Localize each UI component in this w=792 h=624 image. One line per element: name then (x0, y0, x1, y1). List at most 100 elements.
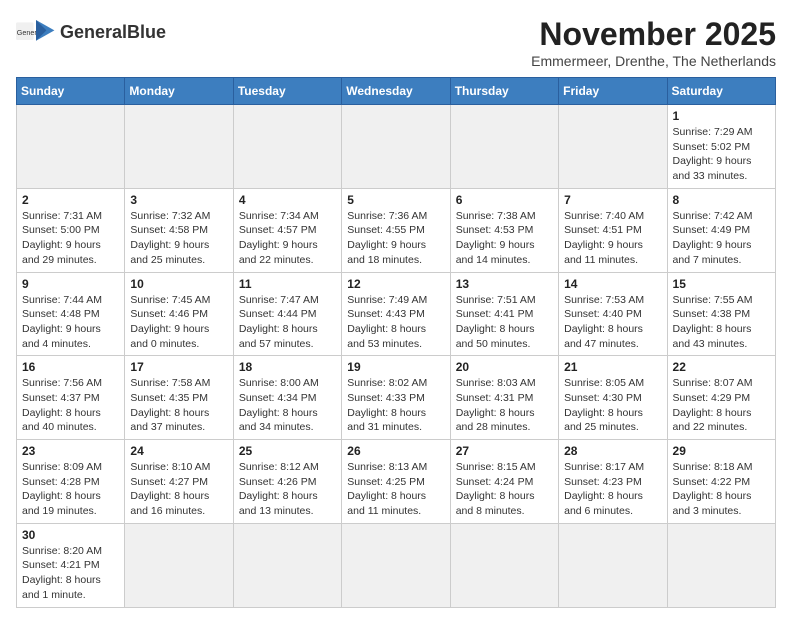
page-header: General GeneralBlue November 2025 Emmerm… (16, 16, 776, 69)
day-number: 1 (673, 109, 770, 123)
calendar-day-cell (233, 523, 341, 607)
day-info: Sunrise: 8:12 AM Sunset: 4:26 PM Dayligh… (239, 460, 336, 519)
day-number: 16 (22, 360, 119, 374)
calendar-day-cell: 17 Sunrise: 7:58 AM Sunset: 4:35 PM Dayli… (125, 356, 233, 440)
day-info: Sunrise: 7:36 AM Sunset: 4:55 PM Dayligh… (347, 209, 444, 268)
calendar-day-cell: 5 Sunrise: 7:36 AM Sunset: 4:55 PM Daylig… (342, 188, 450, 272)
col-monday: Monday (125, 78, 233, 105)
calendar-day-cell: 19 Sunrise: 8:02 AM Sunset: 4:33 PM Dayli… (342, 356, 450, 440)
day-info: Sunrise: 7:38 AM Sunset: 4:53 PM Dayligh… (456, 209, 553, 268)
day-number: 5 (347, 193, 444, 207)
day-info: Sunrise: 7:40 AM Sunset: 4:51 PM Dayligh… (564, 209, 661, 268)
day-number: 22 (673, 360, 770, 374)
day-info: Sunrise: 8:09 AM Sunset: 4:28 PM Dayligh… (22, 460, 119, 519)
calendar-day-cell (342, 105, 450, 189)
day-number: 14 (564, 277, 661, 291)
calendar-day-cell: 13 Sunrise: 7:51 AM Sunset: 4:41 PM Dayli… (450, 272, 558, 356)
logo: General GeneralBlue (16, 16, 166, 48)
calendar-day-cell: 30 Sunrise: 8:20 AM Sunset: 4:21 PM Dayli… (17, 523, 125, 607)
day-number: 29 (673, 444, 770, 458)
calendar-day-cell: 6 Sunrise: 7:38 AM Sunset: 4:53 PM Daylig… (450, 188, 558, 272)
calendar-week-row: 16 Sunrise: 7:56 AM Sunset: 4:37 PM Dayli… (17, 356, 776, 440)
calendar-day-cell (450, 105, 558, 189)
calendar-day-cell: 29 Sunrise: 8:18 AM Sunset: 4:22 PM Dayli… (667, 440, 775, 524)
day-number: 19 (347, 360, 444, 374)
col-saturday: Saturday (667, 78, 775, 105)
col-tuesday: Tuesday (233, 78, 341, 105)
calendar-day-cell: 26 Sunrise: 8:13 AM Sunset: 4:25 PM Dayli… (342, 440, 450, 524)
day-info: Sunrise: 7:55 AM Sunset: 4:38 PM Dayligh… (673, 293, 770, 352)
day-info: Sunrise: 7:49 AM Sunset: 4:43 PM Dayligh… (347, 293, 444, 352)
day-number: 13 (456, 277, 553, 291)
calendar-day-cell: 12 Sunrise: 7:49 AM Sunset: 4:43 PM Dayli… (342, 272, 450, 356)
day-info: Sunrise: 7:34 AM Sunset: 4:57 PM Dayligh… (239, 209, 336, 268)
calendar-day-cell: 22Sunrise: 8:07 AM Sunset: 4:29 PM Dayli… (667, 356, 775, 440)
day-info: Sunrise: 7:31 AM Sunset: 5:00 PM Dayligh… (22, 209, 119, 268)
day-info: Sunrise: 7:32 AM Sunset: 4:58 PM Dayligh… (130, 209, 227, 268)
day-info: Sunrise: 8:03 AM Sunset: 4:31 PM Dayligh… (456, 376, 553, 435)
day-info: Sunrise: 8:20 AM Sunset: 4:21 PM Dayligh… (22, 544, 119, 603)
calendar-day-cell (342, 523, 450, 607)
calendar-table: Sunday Monday Tuesday Wednesday Thursday… (16, 77, 776, 608)
col-friday: Friday (559, 78, 667, 105)
day-info: Sunrise: 8:10 AM Sunset: 4:27 PM Dayligh… (130, 460, 227, 519)
day-number: 11 (239, 277, 336, 291)
day-number: 21 (564, 360, 661, 374)
day-number: 26 (347, 444, 444, 458)
day-info: Sunrise: 7:56 AM Sunset: 4:37 PM Dayligh… (22, 376, 119, 435)
col-thursday: Thursday (450, 78, 558, 105)
calendar-day-cell: 25 Sunrise: 8:12 AM Sunset: 4:26 PM Dayli… (233, 440, 341, 524)
calendar-day-cell: 1Sunrise: 7:29 AM Sunset: 5:02 PM Daylig… (667, 105, 775, 189)
month-title: November 2025 (531, 16, 776, 53)
calendar-day-cell: 20 Sunrise: 8:03 AM Sunset: 4:31 PM Dayli… (450, 356, 558, 440)
day-info: Sunrise: 7:51 AM Sunset: 4:41 PM Dayligh… (456, 293, 553, 352)
calendar-week-row: 2 Sunrise: 7:31 AM Sunset: 5:00 PM Daylig… (17, 188, 776, 272)
day-info: Sunrise: 8:17 AM Sunset: 4:23 PM Dayligh… (564, 460, 661, 519)
day-number: 30 (22, 528, 119, 542)
day-info: Sunrise: 8:02 AM Sunset: 4:33 PM Dayligh… (347, 376, 444, 435)
calendar-day-cell (450, 523, 558, 607)
calendar-day-cell: 24 Sunrise: 8:10 AM Sunset: 4:27 PM Dayli… (125, 440, 233, 524)
day-info: Sunrise: 7:53 AM Sunset: 4:40 PM Dayligh… (564, 293, 661, 352)
day-info: Sunrise: 8:13 AM Sunset: 4:25 PM Dayligh… (347, 460, 444, 519)
day-info: Sunrise: 7:47 AM Sunset: 4:44 PM Dayligh… (239, 293, 336, 352)
calendar-header-row: Sunday Monday Tuesday Wednesday Thursday… (17, 78, 776, 105)
day-info: Sunrise: 8:05 AM Sunset: 4:30 PM Dayligh… (564, 376, 661, 435)
day-number: 17 (130, 360, 227, 374)
day-info: Sunrise: 8:00 AM Sunset: 4:34 PM Dayligh… (239, 376, 336, 435)
calendar-day-cell: 27 Sunrise: 8:15 AM Sunset: 4:24 PM Dayli… (450, 440, 558, 524)
calendar-day-cell: 9Sunrise: 7:44 AM Sunset: 4:48 PM Daylig… (17, 272, 125, 356)
calendar-day-cell (667, 523, 775, 607)
calendar-day-cell (17, 105, 125, 189)
day-number: 25 (239, 444, 336, 458)
calendar-day-cell: 7Sunrise: 7:40 AM Sunset: 4:51 PM Daylig… (559, 188, 667, 272)
day-number: 20 (456, 360, 553, 374)
calendar-week-row: 30 Sunrise: 8:20 AM Sunset: 4:21 PM Dayli… (17, 523, 776, 607)
calendar-week-row: 23 Sunrise: 8:09 AM Sunset: 4:28 PM Dayli… (17, 440, 776, 524)
col-sunday: Sunday (17, 78, 125, 105)
day-number: 12 (347, 277, 444, 291)
day-info: Sunrise: 8:18 AM Sunset: 4:22 PM Dayligh… (673, 460, 770, 519)
day-info: Sunrise: 7:44 AM Sunset: 4:48 PM Dayligh… (22, 293, 119, 352)
calendar-day-cell: 15Sunrise: 7:55 AM Sunset: 4:38 PM Dayli… (667, 272, 775, 356)
day-number: 23 (22, 444, 119, 458)
calendar-day-cell: 23 Sunrise: 8:09 AM Sunset: 4:28 PM Dayli… (17, 440, 125, 524)
day-number: 6 (456, 193, 553, 207)
day-number: 2 (22, 193, 119, 207)
col-wednesday: Wednesday (342, 78, 450, 105)
logo-icon: General (16, 16, 56, 48)
day-number: 10 (130, 277, 227, 291)
calendar-day-cell (559, 523, 667, 607)
day-info: Sunrise: 7:58 AM Sunset: 4:35 PM Dayligh… (130, 376, 227, 435)
day-number: 28 (564, 444, 661, 458)
day-number: 24 (130, 444, 227, 458)
calendar-day-cell: 21 Sunrise: 8:05 AM Sunset: 4:30 PM Dayli… (559, 356, 667, 440)
day-number: 27 (456, 444, 553, 458)
day-info: Sunrise: 8:15 AM Sunset: 4:24 PM Dayligh… (456, 460, 553, 519)
calendar-day-cell: 10Sunrise: 7:45 AM Sunset: 4:46 PM Dayli… (125, 272, 233, 356)
calendar-day-cell: 2 Sunrise: 7:31 AM Sunset: 5:00 PM Daylig… (17, 188, 125, 272)
calendar-day-cell: 16 Sunrise: 7:56 AM Sunset: 4:37 PM Dayli… (17, 356, 125, 440)
calendar-day-cell: 18Sunrise: 8:00 AM Sunset: 4:34 PM Dayli… (233, 356, 341, 440)
calendar-day-cell: 11 Sunrise: 7:47 AM Sunset: 4:44 PM Dayli… (233, 272, 341, 356)
calendar-day-cell (233, 105, 341, 189)
